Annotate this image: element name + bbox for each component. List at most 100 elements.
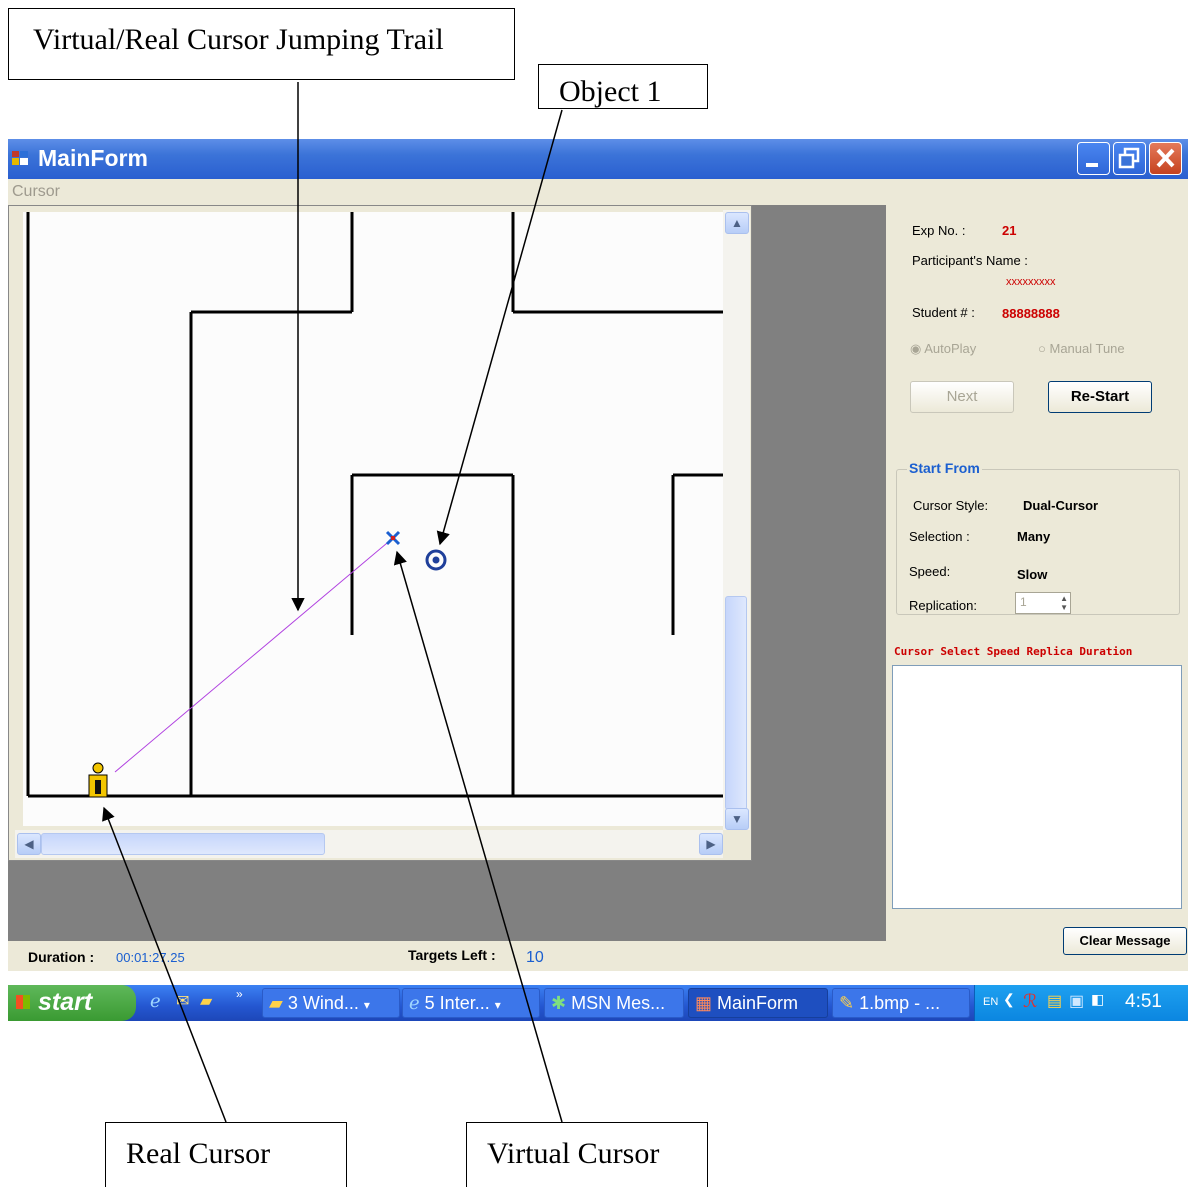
taskbar: start ℯ ✉ ▰ » ▰ 3 Wind... ▾ ℯ 5 Inter...…	[8, 985, 1188, 1021]
folder-icon: ▰	[269, 993, 283, 1013]
mainform-icon: ▦	[695, 993, 713, 1013]
maze-viewport: ▲ ▼ ◀ ▶	[8, 205, 752, 861]
speed-label: Speed:	[909, 564, 951, 579]
chevron-left-icon: ◀	[24, 837, 34, 851]
start-from-title: Start From	[907, 460, 982, 476]
clear-message-button[interactable]: Clear Message	[1063, 927, 1187, 955]
radio-manual-label: Manual Tune	[1049, 341, 1125, 356]
student-number-value: 88888888	[1002, 306, 1060, 321]
selection-value: Many	[1017, 529, 1051, 544]
message-log[interactable]	[892, 665, 1182, 909]
tray-volume-icon[interactable]: ◧	[1091, 991, 1104, 1008]
selection-label: Selection :	[909, 529, 970, 544]
control-panel: Exp No. : 21 Participant's Name : xxxxxx…	[888, 205, 1188, 971]
duration-value: 00:01:27.25	[116, 950, 185, 965]
restore-button[interactable]	[1113, 142, 1146, 175]
client-area: ▲ ▼ ◀ ▶	[8, 205, 886, 941]
tray-network-icon[interactable]: ▤	[1047, 991, 1062, 1011]
quicklaunch-more-icon[interactable]: »	[236, 987, 243, 1001]
radio-manual-tune[interactable]: ○ Manual Tune	[1038, 341, 1125, 356]
callout-object1-text: Object 1	[559, 75, 662, 108]
task-label: MainForm	[717, 993, 799, 1013]
tray-acrobat-icon[interactable]: ℛ	[1023, 991, 1037, 1012]
callout-trail-text: Virtual/Real Cursor Jumping Trail	[33, 23, 444, 56]
menu-cursor[interactable]: Cursor	[12, 183, 60, 201]
scroll-right-button[interactable]: ▶	[699, 833, 723, 855]
status-bar: Duration : 00:01:27.25 Targets Left : 10	[8, 941, 888, 971]
tray-printer-icon[interactable]: ▣	[1069, 991, 1084, 1011]
close-button[interactable]	[1149, 142, 1182, 175]
callout-virtual-cursor: Virtual Cursor	[466, 1122, 708, 1187]
callout-virtual-cursor-text: Virtual Cursor	[487, 1137, 660, 1170]
replication-stepper[interactable]: 1 ▲ ▼	[1015, 592, 1071, 614]
app-icon	[12, 151, 28, 165]
scroll-left-button[interactable]: ◀	[17, 833, 41, 855]
vertical-scroll-thumb[interactable]	[725, 596, 747, 810]
targets-left-label: Targets Left :	[408, 947, 496, 963]
ie-icon: ℯ	[409, 993, 420, 1013]
task-internet-explorer[interactable]: ℯ 5 Inter... ▾	[402, 988, 540, 1018]
stepper-arrows-icon[interactable]: ▲ ▼	[1060, 594, 1068, 612]
target-object-1	[425, 549, 447, 571]
chevron-down-icon: ▼	[731, 812, 743, 826]
clear-message-label: Clear Message	[1079, 933, 1171, 948]
restart-button[interactable]: Re-Start	[1048, 381, 1152, 413]
vertical-scrollbar[interactable]: ▲ ▼	[723, 210, 750, 830]
task-label: 5 Inter...	[424, 993, 490, 1013]
restart-button-label: Re-Start	[1070, 388, 1130, 405]
speed-value: Slow	[1017, 567, 1048, 582]
replication-value: 1	[1020, 595, 1027, 609]
cursor-style-label: Cursor Style:	[913, 498, 989, 513]
close-icon	[1156, 148, 1175, 168]
task-explorer-windows[interactable]: ▰ 3 Wind... ▾	[262, 988, 400, 1018]
clock: 4:51	[1125, 991, 1162, 1012]
task-msn-messenger[interactable]: ✱ MSN Mes...	[544, 988, 684, 1018]
cursor-jump-trail	[114, 537, 394, 773]
title-bar[interactable]: MainForm	[8, 139, 1188, 179]
horizontal-scrollbar[interactable]: ◀ ▶	[15, 830, 723, 858]
minimize-button[interactable]	[1077, 142, 1110, 175]
horizontal-scroll-thumb[interactable]	[41, 833, 325, 855]
virtual-cursor-icon	[385, 530, 401, 546]
outlook-quicklaunch-icon[interactable]: ✉	[176, 991, 189, 1011]
task-label: 3 Wind...	[287, 993, 359, 1013]
window-title: MainForm	[38, 145, 148, 171]
next-button[interactable]: Next	[910, 381, 1014, 413]
menu-bar: Cursor	[8, 179, 888, 205]
dropdown-icon: ▾	[494, 998, 501, 1012]
callout-object1: Object 1	[538, 64, 708, 109]
radio-checked-icon: ◉	[910, 341, 922, 356]
system-tray: EN ❮ ℛ ▤ ▣ ◧ 4:51	[974, 985, 1188, 1021]
windows-logo-icon	[16, 995, 30, 1009]
ie-quicklaunch-icon[interactable]: ℯ	[150, 991, 161, 1012]
task-paint-bmp[interactable]: ✎ 1.bmp - ...	[832, 988, 970, 1018]
start-button[interactable]: start	[8, 985, 136, 1021]
task-mainform[interactable]: ▦ MainForm	[688, 988, 828, 1018]
next-button-label: Next	[946, 388, 978, 405]
maze-canvas[interactable]	[23, 212, 723, 826]
scroll-down-button[interactable]: ▼	[725, 808, 749, 830]
callout-real-cursor: Real Cursor	[105, 1122, 347, 1187]
restore-icon	[1118, 147, 1140, 169]
main-window: MainForm Cursor ▲ ▼ ◀ ▶ Duration: 00:01…	[8, 139, 1188, 971]
student-number-label: Student # :	[912, 305, 975, 320]
targets-left-value: 10	[526, 949, 544, 966]
task-label: MSN Mes...	[571, 993, 666, 1013]
folder-quicklaunch-icon[interactable]: ▰	[200, 991, 212, 1011]
radio-unchecked-icon: ○	[1038, 341, 1046, 356]
msn-icon: ✱	[551, 993, 567, 1013]
callout-real-cursor-text: Real Cursor	[126, 1137, 271, 1170]
start-label: start	[38, 988, 93, 1016]
log-header: Cursor Select Speed Replica Duration	[894, 645, 1133, 658]
real-cursor-icon	[88, 762, 108, 798]
exp-no-label: Exp No. :	[912, 223, 966, 238]
chevron-up-icon: ▲	[731, 216, 743, 230]
tray-expand-icon[interactable]: ❮	[1003, 991, 1015, 1008]
radio-autoplay[interactable]: ◉ AutoPlay	[910, 341, 976, 357]
minimize-icon	[1086, 163, 1098, 167]
paint-icon: ✎	[839, 993, 855, 1013]
scroll-up-button[interactable]: ▲	[725, 212, 749, 234]
maze-drawing	[26, 212, 723, 798]
participant-name-label: Participant's Name :	[912, 253, 1028, 268]
language-indicator[interactable]: EN	[983, 996, 998, 1008]
